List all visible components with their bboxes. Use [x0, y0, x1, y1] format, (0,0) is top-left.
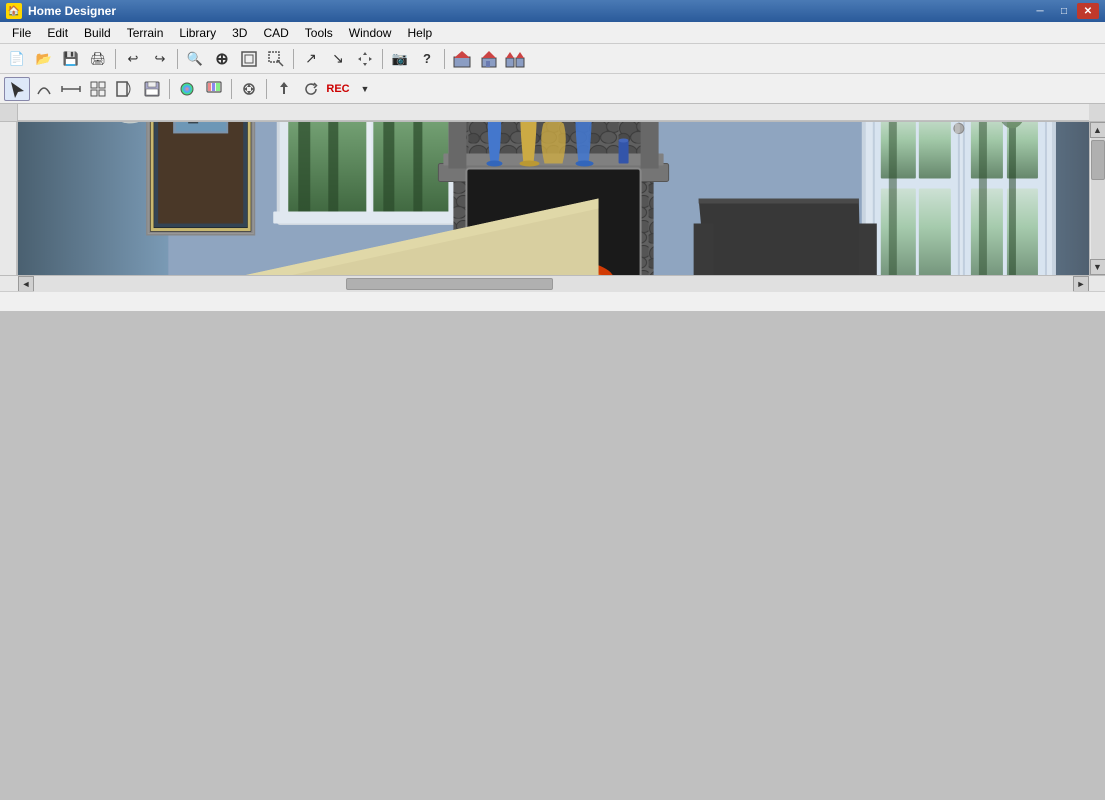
toolbar-separator: [444, 49, 445, 69]
menu-help[interactable]: Help: [399, 24, 440, 42]
redo-button[interactable]: ↪: [147, 47, 173, 71]
toolbar-separator: [169, 79, 170, 99]
tb-arc[interactable]: [31, 77, 57, 101]
scroll-up-arrow[interactable]: ▲: [1090, 122, 1105, 138]
toolbar-1: 📄 📂 💾 🖨 ↩ ↪ 🔍 ⊕ ↗ ↘ 📷 ?: [0, 44, 1105, 74]
tb-floorplan[interactable]: [449, 47, 475, 71]
menu-bar: File Edit Build Terrain Library 3D CAD T…: [0, 22, 1105, 44]
menu-library[interactable]: Library: [171, 24, 224, 42]
tb-material[interactable]: [174, 77, 200, 101]
tb-arrow1[interactable]: ↗: [298, 47, 324, 71]
toolbar-separator: [231, 79, 232, 99]
top-ruler: // Ruler ticks will be drawn via JS belo…: [18, 104, 1089, 122]
zoom-in-button[interactable]: ⊕: [209, 47, 235, 71]
minimize-button[interactable]: ─: [1029, 3, 1051, 19]
scroll-down-arrow[interactable]: ▼: [1090, 259, 1105, 275]
menu-window[interactable]: Window: [341, 24, 400, 42]
title-bar: 🏠 Home Designer ─ □ ✕: [0, 0, 1105, 22]
toolbar-separator: [266, 79, 267, 99]
scroll-right-arrow[interactable]: ►: [1073, 276, 1089, 292]
toolbar-separator: [177, 49, 178, 69]
maximize-button[interactable]: □: [1053, 3, 1075, 19]
menu-build[interactable]: Build: [76, 24, 119, 42]
save-button[interactable]: 💾: [58, 47, 84, 71]
horizontal-scrollbar: ◄ ►: [0, 275, 1105, 291]
open-button[interactable]: 📂: [31, 47, 57, 71]
toolbar-separator: [382, 49, 383, 69]
tb-rotate[interactable]: [298, 77, 324, 101]
status-bar: [0, 291, 1105, 311]
toolbar-separator: [115, 49, 116, 69]
tb-grid[interactable]: [85, 77, 111, 101]
viewport-row: ▲ ▼: [0, 122, 1105, 275]
scroll-left-arrow[interactable]: ◄: [18, 276, 34, 292]
close-button[interactable]: ✕: [1077, 3, 1099, 19]
tb-select[interactable]: [4, 77, 30, 101]
3d-viewport: [18, 122, 1089, 275]
tb-help[interactable]: ?: [414, 47, 440, 71]
menu-terrain[interactable]: Terrain: [119, 24, 172, 42]
horizontal-scroll-track: [34, 276, 1073, 292]
window-controls: ─ □ ✕: [1029, 3, 1099, 19]
zoom-out-button[interactable]: 🔍: [182, 47, 208, 71]
tb-dimension[interactable]: [58, 77, 84, 101]
tb-pan[interactable]: [352, 47, 378, 71]
tb-3dview[interactable]: [476, 47, 502, 71]
ruler-top-right: [1089, 104, 1105, 121]
toolbar-2: REC ▼: [0, 74, 1105, 104]
window-title: Home Designer: [28, 4, 1029, 18]
tb-rec[interactable]: REC: [325, 77, 351, 101]
zoom-fit-button[interactable]: [236, 47, 262, 71]
tb-arrow2[interactable]: ↘: [325, 47, 351, 71]
zoom-region-button[interactable]: [263, 47, 289, 71]
print-button[interactable]: 🖨: [85, 47, 111, 71]
tb-dropdown[interactable]: ▼: [352, 77, 378, 101]
undo-button[interactable]: ↩: [120, 47, 146, 71]
tb-paint[interactable]: [201, 77, 227, 101]
toolbar-separator: [293, 49, 294, 69]
tb-overview[interactable]: [503, 47, 529, 71]
menu-3d[interactable]: 3D: [224, 24, 255, 42]
new-button[interactable]: 📄: [4, 47, 30, 71]
menu-file[interactable]: File: [4, 24, 39, 42]
menu-cad[interactable]: CAD: [255, 24, 296, 42]
right-scrollbar: ▲ ▼: [1089, 122, 1105, 275]
horizontal-scroll-thumb[interactable]: [346, 278, 554, 290]
tb-camera[interactable]: 📷: [387, 47, 413, 71]
menu-tools[interactable]: Tools: [297, 24, 341, 42]
left-ruler: [0, 122, 18, 275]
tb-door[interactable]: [112, 77, 138, 101]
tb-arrow-up[interactable]: [271, 77, 297, 101]
vertical-scroll-thumb[interactable]: [1091, 140, 1105, 180]
app-icon: 🏠: [6, 3, 22, 19]
ruler-corner: [0, 104, 18, 121]
tb-move[interactable]: [236, 77, 262, 101]
menu-edit[interactable]: Edit: [39, 24, 76, 42]
room-scene: [18, 122, 1089, 275]
content-wrapper: // Ruler ticks will be drawn via JS belo…: [0, 104, 1105, 311]
tb-save2[interactable]: [139, 77, 165, 101]
